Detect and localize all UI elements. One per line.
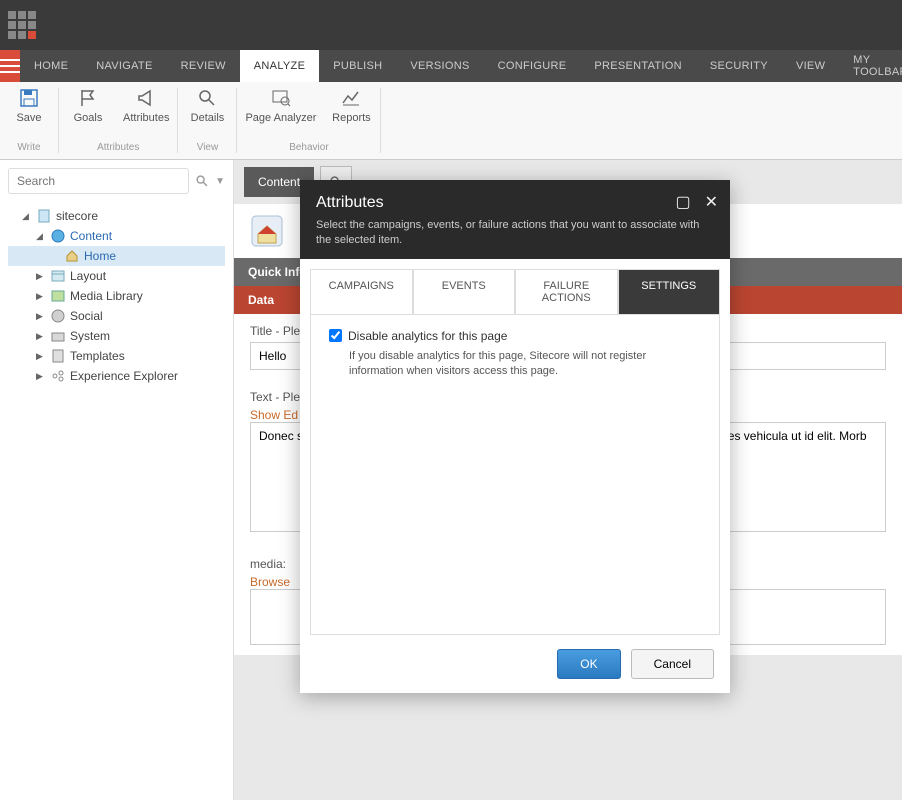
tab-settings[interactable]: SETTINGS — [618, 269, 721, 314]
search-dropdown[interactable]: ▼ — [215, 176, 225, 187]
tree-sitecore[interactable]: ◢sitecore — [8, 206, 225, 226]
modal-title: Attributes — [316, 194, 714, 212]
tree-layout[interactable]: ▶Layout — [8, 266, 225, 286]
ribbon-group-attributes: Attributes — [97, 142, 139, 153]
page-analyzer-button[interactable]: Page Analyzer — [245, 88, 316, 124]
system-icon — [50, 329, 66, 343]
layout-icon — [50, 269, 66, 283]
menu-mytoolbar[interactable]: MY TOOLBAR — [839, 50, 902, 82]
tree-explorer[interactable]: ▶Experience Explorer — [8, 366, 225, 386]
tree-home[interactable]: Home — [8, 246, 225, 266]
disable-analytics-row[interactable]: Disable analytics for this page — [329, 329, 701, 343]
ribbon: Save Write Goals Attributes Attributes D… — [0, 82, 902, 160]
tree-label: Media Library — [70, 289, 143, 303]
tree-media[interactable]: ▶Media Library — [8, 286, 225, 306]
reports-icon — [341, 88, 361, 108]
cancel-button[interactable]: Cancel — [631, 649, 714, 679]
details-button[interactable]: Details — [186, 88, 228, 124]
top-header — [0, 0, 902, 50]
menu-configure[interactable]: CONFIGURE — [484, 50, 581, 82]
media-icon — [50, 289, 66, 303]
tree-label: Layout — [70, 269, 106, 283]
menu-home[interactable]: HOME — [20, 50, 82, 82]
tree-label: Social — [70, 309, 103, 323]
tree-label: Experience Explorer — [70, 369, 178, 383]
search-input[interactable] — [8, 168, 189, 194]
menu-bar: HOME NAVIGATE REVIEW ANALYZE PUBLISH VER… — [0, 50, 902, 82]
disable-analytics-help: If you disable analytics for this page, … — [329, 349, 701, 380]
left-panel: ▼ ◢sitecore ◢Content Home ▶Layout ▶Media… — [0, 160, 234, 800]
attributes-modal: Attributes Select the campaigns, events,… — [300, 180, 730, 693]
page-home-icon — [250, 214, 284, 248]
menu-presentation[interactable]: PRESENTATION — [580, 50, 696, 82]
hamburger-icon — [0, 59, 20, 73]
tree-label: Content — [70, 229, 112, 243]
disable-analytics-checkbox[interactable] — [329, 329, 342, 342]
document-icon — [36, 209, 52, 223]
menu-versions[interactable]: VERSIONS — [396, 50, 483, 82]
attributes-label: Attributes — [123, 112, 169, 124]
tree-label: Templates — [70, 349, 125, 363]
explorer-icon — [50, 369, 66, 383]
save-icon — [19, 88, 39, 108]
magnify-icon — [197, 88, 217, 108]
details-label: Details — [191, 112, 225, 124]
tab-failure-actions[interactable]: FAILURE ACTIONS — [515, 269, 618, 314]
reports-button[interactable]: Reports — [330, 88, 372, 124]
tree-templates[interactable]: ▶Templates — [8, 346, 225, 366]
ribbon-group-behavior: Behavior — [289, 142, 328, 153]
menu-view[interactable]: VIEW — [782, 50, 839, 82]
tree-label: System — [70, 329, 110, 343]
bullhorn-icon — [136, 88, 156, 108]
close-icon[interactable]: ✕ — [705, 192, 718, 212]
ribbon-group-write: Write — [17, 142, 40, 153]
menu-review[interactable]: REVIEW — [167, 50, 240, 82]
menu-navigate[interactable]: NAVIGATE — [82, 50, 166, 82]
menu-security[interactable]: SECURITY — [696, 50, 782, 82]
page-analyzer-icon — [271, 88, 291, 108]
menu-analyze[interactable]: ANALYZE — [240, 50, 319, 82]
maximize-icon[interactable]: ▢ — [675, 192, 690, 212]
search-icon[interactable] — [195, 174, 209, 188]
save-label: Save — [16, 112, 41, 124]
reports-label: Reports — [332, 112, 371, 124]
menu-publish[interactable]: PUBLISH — [319, 50, 396, 82]
goals-button[interactable]: Goals — [67, 88, 109, 124]
templates-icon — [50, 349, 66, 363]
tree-system[interactable]: ▶System — [8, 326, 225, 346]
tree-label: sitecore — [56, 209, 98, 223]
logo-icon[interactable] — [8, 11, 36, 39]
disable-analytics-label: Disable analytics for this page — [348, 329, 507, 343]
content-tree: ◢sitecore ◢Content Home ▶Layout ▶Media L… — [8, 206, 225, 386]
tree-label: Home — [84, 249, 116, 263]
attributes-button[interactable]: Attributes — [123, 88, 169, 124]
flag-icon — [78, 88, 98, 108]
modal-subtitle: Select the campaigns, events, or failure… — [316, 218, 714, 249]
page-analyzer-label: Page Analyzer — [245, 112, 316, 124]
ok-button[interactable]: OK — [557, 649, 620, 679]
social-icon — [50, 309, 66, 323]
hamburger-button[interactable] — [0, 50, 20, 82]
globe-icon — [50, 229, 66, 243]
save-button[interactable]: Save — [8, 88, 50, 124]
tree-content[interactable]: ◢Content — [8, 226, 225, 246]
ribbon-group-view: View — [197, 142, 219, 153]
home-icon — [64, 249, 80, 263]
tree-social[interactable]: ▶Social — [8, 306, 225, 326]
tab-campaigns[interactable]: CAMPAIGNS — [310, 269, 413, 314]
tab-events[interactable]: EVENTS — [413, 269, 516, 314]
goals-label: Goals — [74, 112, 103, 124]
